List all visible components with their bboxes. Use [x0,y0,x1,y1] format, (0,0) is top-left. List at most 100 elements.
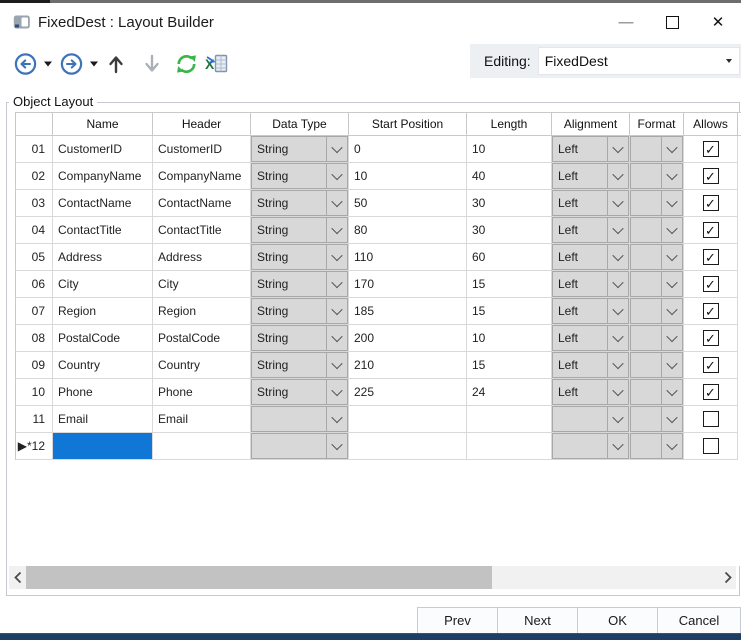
move-up-icon[interactable] [107,54,125,74]
dropdown-button[interactable] [661,272,682,296]
dropdown-format-01[interactable] [630,136,683,162]
row-indicator-08[interactable]: 08 [15,325,53,352]
dropdown-button[interactable] [661,380,682,404]
dropdown-button[interactable] [326,137,347,161]
dropdown-format-02[interactable] [630,163,683,189]
row-indicator-01[interactable]: 01 [15,136,53,163]
dropdown-format-05[interactable] [630,244,683,270]
cell-header-06[interactable]: City [153,271,251,298]
row-indicator-04[interactable]: 04 [15,217,53,244]
export-excel-icon[interactable]: X [205,53,229,75]
dropdown-button[interactable] [326,434,347,458]
checkbox-allows_null-08[interactable]: ✓ [703,330,719,346]
cell-name-12[interactable] [53,433,153,460]
cell-start_position-01[interactable]: 0 [349,136,467,163]
scroll-right-button[interactable] [719,566,736,589]
dropdown-alignment-12[interactable] [552,433,629,459]
cell-header-07[interactable]: Region [153,298,251,325]
dropdown-button[interactable] [661,218,682,242]
column-header-format[interactable]: Format [630,112,684,136]
dropdown-button[interactable] [607,353,628,377]
checkbox-allows_null-11[interactable] [703,411,719,427]
dropdown-alignment-01[interactable]: Left [552,136,629,162]
dropdown-button[interactable] [326,299,347,323]
forward-icon[interactable] [60,53,83,76]
dropdown-format-11[interactable] [630,406,683,432]
dropdown-button[interactable] [607,272,628,296]
row-indicator-11[interactable]: 11 [15,406,53,433]
next-button[interactable]: Next [497,607,578,634]
dropdown-format-03[interactable] [630,190,683,216]
ok-button[interactable]: OK [577,607,658,634]
column-header-alignment[interactable]: Alignment [552,112,630,136]
dropdown-button[interactable] [607,218,628,242]
cell-length-11[interactable] [467,406,552,433]
checkbox-allows_null-10[interactable]: ✓ [703,384,719,400]
cell-name-07[interactable]: Region [53,298,153,325]
cell-start_position-02[interactable]: 10 [349,163,467,190]
cell-length-01[interactable]: 10 [467,136,552,163]
dropdown-format-04[interactable] [630,217,683,243]
dropdown-data_type-02[interactable]: String [251,163,348,189]
cell-length-02[interactable]: 40 [467,163,552,190]
dropdown-button[interactable] [326,380,347,404]
cell-name-11[interactable]: Email [53,406,153,433]
cell-length-06[interactable]: 15 [467,271,552,298]
dropdown-data_type-10[interactable]: String [251,379,348,405]
dropdown-alignment-02[interactable]: Left [552,163,629,189]
back-icon[interactable] [14,53,37,76]
dropdown-data_type-04[interactable]: String [251,217,348,243]
cell-length-10[interactable]: 24 [467,379,552,406]
cell-start_position-03[interactable]: 50 [349,190,467,217]
cell-start_position-08[interactable]: 200 [349,325,467,352]
dropdown-button[interactable] [607,164,628,188]
cell-start_position-10[interactable]: 225 [349,379,467,406]
back-dropdown-caret-icon[interactable] [43,53,53,76]
dropdown-format-08[interactable] [630,325,683,351]
checkbox-allows_null-12[interactable] [703,438,719,454]
dropdown-data_type-09[interactable]: String [251,352,348,378]
dropdown-format-10[interactable] [630,379,683,405]
dropdown-button[interactable] [326,164,347,188]
dropdown-alignment-07[interactable]: Left [552,298,629,324]
dropdown-button[interactable] [661,434,682,458]
dropdown-button[interactable] [661,191,682,215]
dropdown-data_type-12[interactable] [251,433,348,459]
column-header-data_type[interactable]: Data Type [251,112,349,136]
dropdown-button[interactable] [607,299,628,323]
dropdown-alignment-03[interactable]: Left [552,190,629,216]
dropdown-format-12[interactable] [630,433,683,459]
checkbox-allows_null-07[interactable]: ✓ [703,303,719,319]
dropdown-data_type-03[interactable]: String [251,190,348,216]
maximize-button[interactable] [649,6,695,38]
cell-header-08[interactable]: PostalCode [153,325,251,352]
cell-header-03[interactable]: ContactName [153,190,251,217]
cell-length-08[interactable]: 10 [467,325,552,352]
cell-start_position-09[interactable]: 210 [349,352,467,379]
cell-start_position-11[interactable] [349,406,467,433]
cell-name-10[interactable]: Phone [53,379,153,406]
column-header-start_position[interactable]: Start Position [349,112,467,136]
dropdown-button[interactable] [661,326,682,350]
column-header-allows_null[interactable]: Allows [684,112,738,136]
dropdown-button[interactable] [661,299,682,323]
dropdown-alignment-06[interactable]: Left [552,271,629,297]
cell-header-09[interactable]: Country [153,352,251,379]
horizontal-scrollbar[interactable] [9,566,736,589]
dropdown-data_type-06[interactable]: String [251,271,348,297]
dropdown-format-07[interactable] [630,298,683,324]
cell-header-05[interactable]: Address [153,244,251,271]
column-header-length[interactable]: Length [467,112,552,136]
cell-name-06[interactable]: City [53,271,153,298]
dropdown-data_type-01[interactable]: String [251,136,348,162]
row-indicator-09[interactable]: 09 [15,352,53,379]
dropdown-alignment-10[interactable]: Left [552,379,629,405]
checkbox-allows_null-05[interactable]: ✓ [703,249,719,265]
cell-length-04[interactable]: 30 [467,217,552,244]
dropdown-button[interactable] [326,353,347,377]
dropdown-alignment-09[interactable]: Left [552,352,629,378]
prev-button[interactable]: Prev [417,607,498,634]
dropdown-button[interactable] [607,191,628,215]
column-header-num[interactable] [15,112,53,136]
close-button[interactable]: ✕ [695,6,741,38]
